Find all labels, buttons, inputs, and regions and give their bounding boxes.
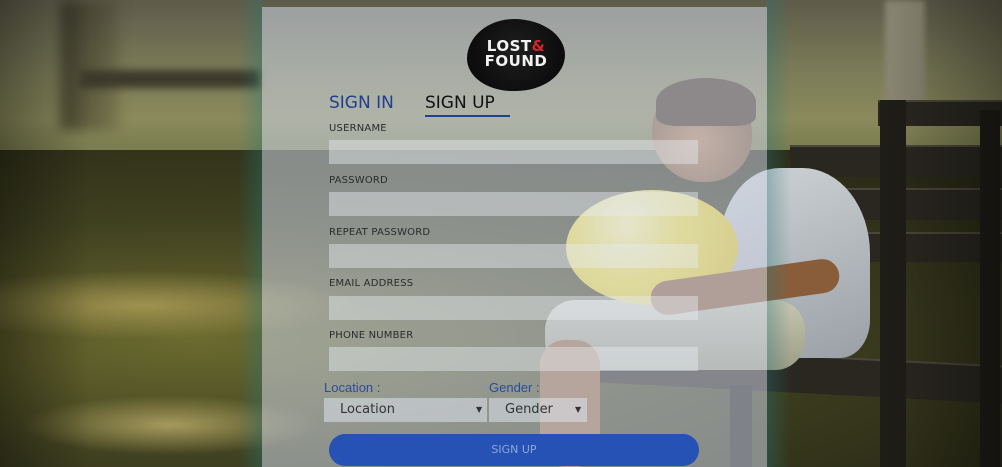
location-select[interactable]: Location ▼ [324,398,487,422]
repeat-password-label: REPEAT PASSWORD [329,227,431,238]
username-input[interactable] [329,140,698,164]
email-label: EMAIL ADDRESS [329,278,414,289]
logo-text: LOST& FOUND [467,39,565,69]
repeat-password-input[interactable] [329,244,698,268]
gender-label: Gender : [489,380,540,395]
password-input[interactable] [329,192,698,216]
tab-sign-in[interactable]: SIGN IN [329,93,394,113]
location-selected-value: Location [340,402,395,417]
vignette [882,0,1002,467]
active-tab-underline [425,115,510,117]
gender-selected-value: Gender [505,402,553,417]
page: LOST& FOUND SIGN IN SIGN UP USERNAME PAS… [0,0,1002,467]
chevron-down-icon: ▼ [476,405,483,414]
location-label: Location : [324,380,381,395]
lost-found-logo: LOST& FOUND [467,19,565,91]
tab-sign-up[interactable]: SIGN UP [425,93,495,113]
gender-select[interactable]: Gender ▼ [489,398,587,422]
vignette [0,0,90,467]
sign-up-button[interactable]: SIGN UP [329,434,699,466]
phone-input[interactable] [329,347,698,371]
password-label: PASSWORD [329,175,388,186]
chevron-down-icon: ▼ [575,405,582,414]
username-label: USERNAME [329,123,387,134]
email-input[interactable] [329,296,698,320]
logo-line2: FOUND [484,52,548,70]
bg-distant-bench [80,70,260,88]
phone-label: PHONE NUMBER [329,330,414,341]
panel-glow [767,0,791,467]
panel-glow [238,0,262,467]
